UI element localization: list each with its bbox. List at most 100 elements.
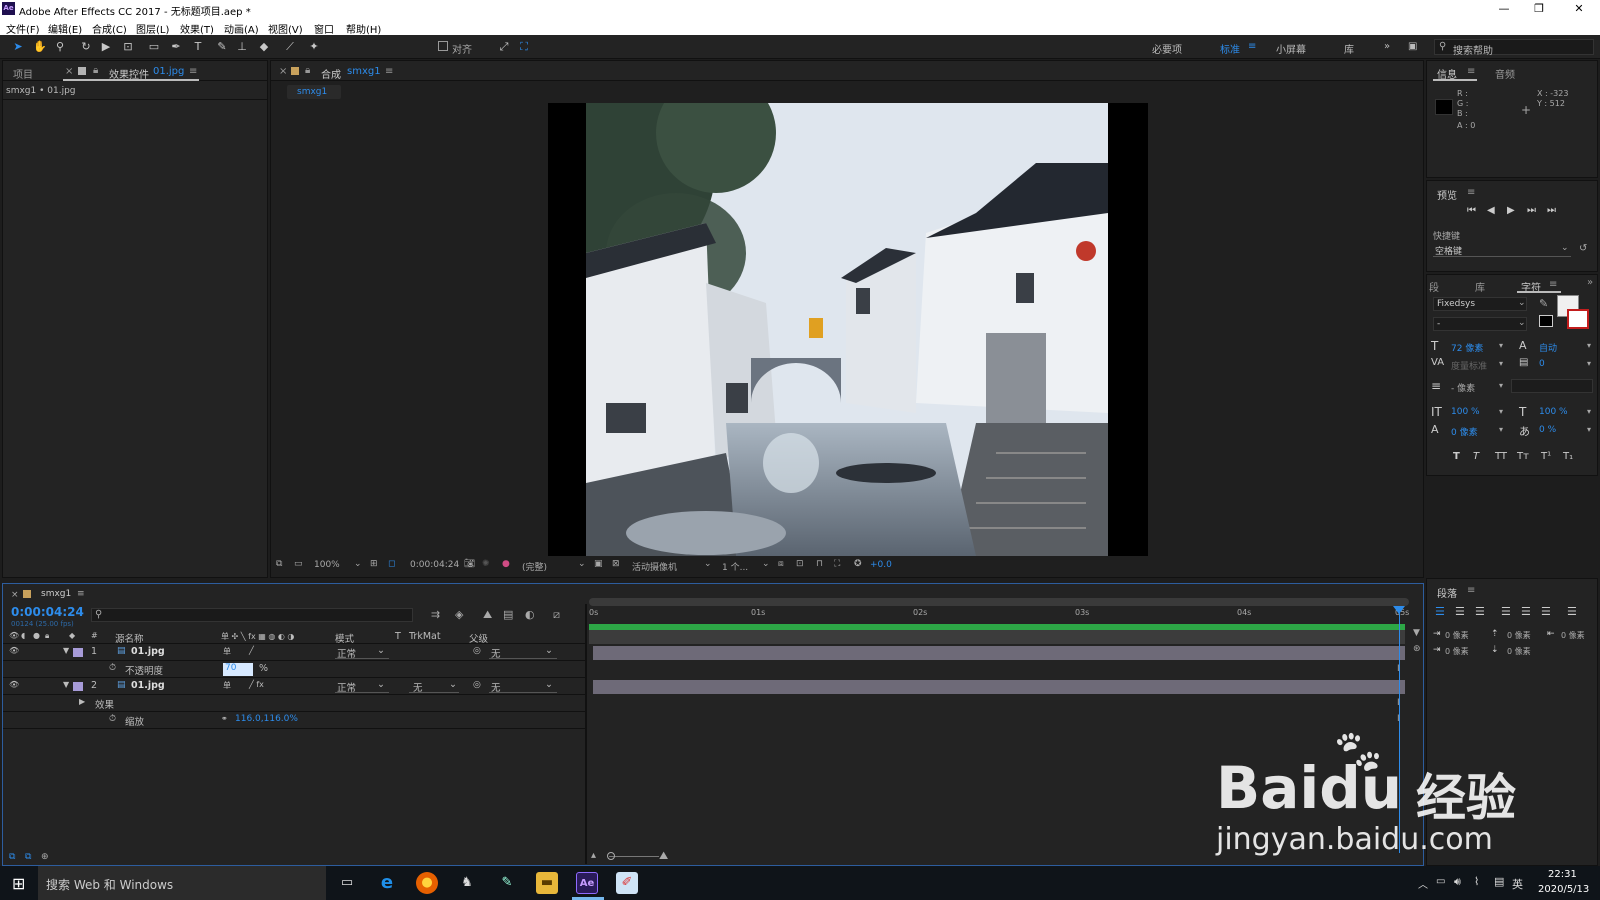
stroke-color-swatch[interactable] bbox=[1567, 309, 1589, 329]
task-view-icon[interactable]: ▭ bbox=[336, 872, 358, 894]
constrain-proportions-icon[interactable]: ⚭ bbox=[221, 714, 228, 723]
label-color[interactable] bbox=[73, 682, 83, 691]
app-icon[interactable]: ♞ bbox=[456, 872, 478, 894]
layer-row-2[interactable]: 👁︎ ▼ 2 ▤ 01.jpg 单 ╱ fx 正常 ⌄ 无 ⌄ ◎ 无 ⌄ bbox=[3, 679, 585, 695]
faux-italic-button[interactable]: T bbox=[1473, 451, 1479, 462]
visibility-icon[interactable]: 👁︎ bbox=[9, 646, 19, 655]
rectangle-tool-icon[interactable]: ▭ bbox=[146, 39, 162, 55]
sync-icon[interactable]: ▣ bbox=[1408, 41, 1417, 52]
play-icon[interactable]: ▶︎ bbox=[1507, 205, 1515, 216]
always-preview-icon[interactable]: ⧉ bbox=[276, 559, 282, 569]
panel-menu-icon[interactable]: ≡ bbox=[385, 66, 393, 77]
menu-effect[interactable]: 效果(T) bbox=[180, 21, 214, 36]
faux-bold-button[interactable]: T bbox=[1453, 451, 1460, 462]
timeline-icon[interactable]: ⊓ bbox=[816, 559, 823, 569]
justify-right-icon[interactable]: ☰ bbox=[1541, 605, 1551, 618]
zoom-in-icon[interactable]: ⛰ bbox=[659, 849, 668, 863]
notepad-icon[interactable]: ✐ bbox=[616, 872, 638, 894]
close-tab-icon[interactable]: × bbox=[11, 590, 19, 600]
mode-select[interactable]: 正常 ⌄ bbox=[335, 645, 389, 660]
font-style-select[interactable]: - ⌄ bbox=[1433, 317, 1527, 331]
flowchart-icon[interactable]: ⛶ bbox=[834, 559, 840, 569]
lock-icon[interactable]: 🔒︎ bbox=[93, 65, 98, 76]
chevron-down-icon[interactable]: ▾ bbox=[1499, 407, 1503, 416]
work-area-track[interactable] bbox=[589, 630, 1405, 644]
expand-arrow-icon[interactable]: ▼ bbox=[63, 646, 69, 655]
show-snapshot-icon[interactable]: ✺ bbox=[482, 559, 490, 569]
label-color[interactable] bbox=[73, 648, 83, 657]
panel-menu-icon[interactable]: ≡ bbox=[1467, 187, 1475, 198]
menu-layer[interactable]: 图层(L) bbox=[136, 21, 169, 36]
puppet-tool-icon[interactable]: ✦ bbox=[306, 39, 322, 55]
snapshot-icon[interactable]: 📷︎ bbox=[464, 559, 475, 569]
restore-button[interactable]: ❐ bbox=[1522, 0, 1556, 18]
resolution-dropdown-icon[interactable]: ⌄ bbox=[578, 559, 586, 569]
layer-name[interactable]: 01.jpg bbox=[131, 680, 165, 691]
display-icon[interactable]: ▭ bbox=[294, 559, 303, 569]
lock-icon[interactable]: 🔒︎ bbox=[305, 65, 310, 76]
superscript-button[interactable]: T¹ bbox=[1541, 451, 1551, 462]
hand-tool-icon[interactable]: ✋ bbox=[32, 39, 48, 55]
clock-time[interactable]: 22:31 bbox=[1548, 869, 1577, 880]
pickwhip-icon[interactable]: ◎ bbox=[473, 680, 481, 690]
toggle-switches-icon[interactable]: ⧉ bbox=[9, 852, 15, 862]
opacity-input[interactable]: 70 bbox=[223, 663, 253, 676]
windows-start-icon[interactable]: ⊞ bbox=[12, 874, 25, 893]
snap-icon[interactable]: ⛶ bbox=[516, 39, 532, 55]
indent-left-value[interactable]: 0 像素 bbox=[1445, 630, 1469, 641]
help-search-input[interactable]: 搜索帮助 bbox=[1453, 42, 1493, 57]
comp-mini-flowchart-icon[interactable]: ⇉ bbox=[431, 608, 440, 621]
leading-value[interactable]: 自动 bbox=[1539, 341, 1557, 354]
draft-3d-icon[interactable]: ◈ bbox=[455, 608, 463, 621]
layer-1-duration-bar[interactable] bbox=[593, 646, 1405, 660]
menu-help[interactable]: 帮助(H) bbox=[346, 21, 381, 36]
clone-stamp-tool-icon[interactable]: ⊥ bbox=[234, 39, 250, 55]
col-source-name[interactable]: 源名称 bbox=[115, 631, 144, 645]
taskbar-search-box[interactable]: 搜索 Web 和 Windows bbox=[38, 866, 326, 900]
justify-left-icon[interactable]: ☰ bbox=[1501, 605, 1511, 618]
views-dropdown-icon[interactable]: ⌄ bbox=[762, 559, 770, 569]
parent-select[interactable]: 无 ⌄ bbox=[489, 679, 557, 694]
comp-subtab[interactable]: smxg1 bbox=[297, 87, 327, 97]
battery-icon[interactable]: ▭ bbox=[1436, 876, 1445, 887]
switches-icon[interactable]: 单 ✣ ╲ fx ▦ ◍ ◐ ◑ bbox=[221, 631, 294, 642]
volume-icon[interactable]: 🔊︎ bbox=[1454, 875, 1461, 889]
tab-library[interactable]: 库 bbox=[1475, 279, 1485, 294]
panel-menu-icon[interactable]: ≡ bbox=[189, 66, 197, 77]
panel-menu-icon[interactable]: ≡ bbox=[77, 589, 85, 599]
swap-colors-icon[interactable] bbox=[1539, 315, 1553, 327]
selection-tool-icon[interactable]: ➤ bbox=[10, 39, 26, 55]
shy-switch-icon[interactable]: 单 bbox=[223, 646, 231, 657]
vertical-scale-value[interactable]: 100 % bbox=[1451, 407, 1480, 417]
notification-icon[interactable]: ▤ bbox=[1494, 875, 1504, 888]
fit-icon[interactable]: ⊞ bbox=[370, 559, 378, 569]
pan-behind-tool-icon[interactable]: ⊡ bbox=[120, 39, 136, 55]
zoom-dropdown-icon[interactable]: ⌄ bbox=[354, 559, 362, 569]
chevron-down-icon[interactable]: ▾ bbox=[1587, 341, 1591, 350]
close-tab-icon[interactable]: × bbox=[65, 66, 73, 77]
network-icon[interactable]: ⌇ bbox=[1474, 875, 1479, 888]
taskbar-search-input[interactable]: 搜索 Web 和 Windows bbox=[46, 876, 173, 893]
minimize-button[interactable]: — bbox=[1487, 0, 1521, 18]
pen-tool-icon[interactable]: ✒ bbox=[168, 39, 184, 55]
camera-tool-icon[interactable]: ▶ bbox=[98, 39, 114, 55]
prev-frame-icon[interactable]: ◀︎ bbox=[1487, 205, 1495, 216]
menu-view[interactable]: 视图(V) bbox=[268, 21, 303, 36]
stopwatch-icon[interactable]: ⏱ bbox=[109, 714, 116, 724]
ime-indicator[interactable]: 英 bbox=[1512, 876, 1523, 892]
panel-menu-icon[interactable]: ≡ bbox=[1549, 279, 1557, 290]
zoom-tool-icon[interactable]: ⚲ bbox=[52, 39, 68, 55]
panel-menu-icon[interactable]: ≡ bbox=[1467, 585, 1475, 596]
first-line-indent-value[interactable]: 0 像素 bbox=[1445, 646, 1469, 657]
viewer-timecode[interactable]: 0:00:04:24 bbox=[410, 560, 459, 570]
comp-marker-icon[interactable]: ▼ bbox=[1413, 628, 1420, 638]
roto-brush-tool-icon[interactable]: ⟋ bbox=[282, 39, 298, 55]
small-caps-button[interactable]: Tт bbox=[1517, 451, 1529, 462]
layer-2-duration-bar[interactable] bbox=[593, 680, 1405, 694]
first-frame-icon[interactable]: ⏮ bbox=[1467, 205, 1476, 216]
zoom-slider[interactable] bbox=[609, 856, 659, 857]
chevron-down-icon[interactable]: ▾ bbox=[1499, 341, 1503, 350]
tab-composition[interactable]: 合成 bbox=[321, 66, 341, 81]
edge-icon[interactable]: e bbox=[376, 872, 398, 894]
trkmat-select[interactable]: 无 ⌄ bbox=[409, 679, 459, 694]
